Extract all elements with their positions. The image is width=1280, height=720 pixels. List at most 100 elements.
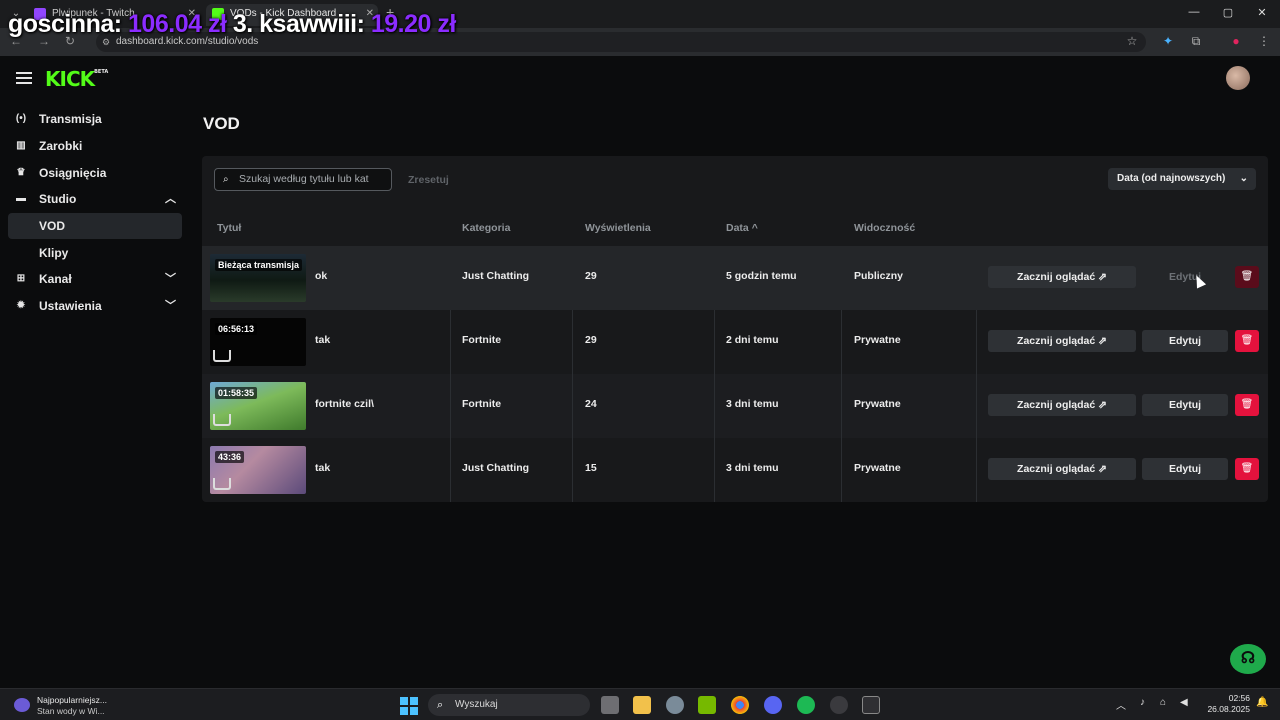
vod-views: 29 [585,270,597,282]
edit-button[interactable]: Edytuj [1142,330,1228,352]
edit-button[interactable]: Edytuj [1142,266,1228,288]
sidebar-item-osiagniecia[interactable]: ♛ Osiągnięcia [8,160,182,186]
header-date[interactable]: Data ^ [726,222,758,234]
sidebar-item-ustawienia[interactable]: ✹ Ustawienia ﹀ [8,293,182,319]
cell-divider [450,310,451,374]
vod-views: 29 [585,334,597,346]
top-bar: KICKBETA [0,56,1280,104]
sidebar-item-kanal[interactable]: ⊞ Kanał ﹀ [8,266,182,292]
sidebar-item-zarobki[interactable]: ▥ Zarobki [8,133,182,159]
watch-button[interactable]: Zacznij oglądać ⇗ [988,330,1136,352]
vod-date: 3 dni temu [726,398,779,410]
sort-asc-icon: ^ [751,222,758,234]
sidebar-item-studio[interactable]: ▬ Studio ︿ [8,186,182,212]
edit-button[interactable]: Edytuj [1142,458,1228,480]
browser-menu-icon[interactable]: ⋮ [1256,34,1272,48]
notifications-icon[interactable]: 🔔 [1256,697,1268,708]
vod-panel: ⌕ Szukaj według tytułu lub kat Zresetuj … [202,156,1268,502]
sidebar-item-label: Kanał [39,272,72,286]
delete-button[interactable]: 🗑 [1235,266,1259,288]
vod-views: 24 [585,398,597,410]
windows-taskbar: Najpopularniejsz... Stan wody w Wi... ⌕ … [0,688,1280,720]
table-row[interactable]: Bieżąca transmisja ok Just Chatting 29 5… [202,246,1268,310]
vod-title: tak [315,462,331,474]
news-widget-icon [14,698,30,712]
discord-icon[interactable] [764,696,782,714]
watch-button[interactable]: Zacznij oglądać ⇗ [988,266,1136,288]
network-icon[interactable]: ⌂ [1160,697,1166,708]
vod-thumbnail[interactable]: Bieżąca transmisja [210,254,306,302]
sidebar-item-vod[interactable]: VOD [8,213,182,239]
clock-date: 26.08.2025 [1207,704,1250,714]
trash-icon: 🗑 [1240,463,1254,474]
tray-overflow-icon[interactable]: ︿ [1116,697,1126,712]
windows-start-icon[interactable] [400,697,418,715]
extensions-puzzle-icon[interactable]: ⧉ [1188,34,1204,49]
chrome-icon[interactable] [731,696,749,714]
news-headline: Najpopularniejsz... [37,695,107,705]
trash-icon: 🗑 [1240,335,1254,346]
maximize-icon[interactable]: ▢ [1218,6,1238,19]
sort-dropdown[interactable]: Data (od najnowszych) ⌄ [1108,168,1256,190]
app-icon[interactable] [830,696,848,714]
overlay-amount-2: 19.20 zł [370,10,456,38]
cell-divider [572,374,573,438]
external-link-icon: ⇗ [1098,463,1107,475]
microphone-icon[interactable]: ♪ [1140,697,1145,708]
search-input[interactable]: ⌕ Szukaj według tytułu lub kat [214,168,392,191]
bookmark-star-icon[interactable]: ☆ [1124,34,1140,48]
epic-games-icon[interactable] [862,696,880,714]
spotify-icon[interactable] [797,696,815,714]
table-row[interactable]: 43:36 tak Just Chatting 15 3 dni temu Pr… [202,438,1268,502]
earnings-icon: ▥ [16,140,26,151]
overlay-amount-1: 106.04 zł [128,10,227,38]
user-avatar[interactable] [1226,66,1250,90]
profile-icon[interactable]: ● [1228,34,1244,48]
live-badge: Bieżąca transmisja [215,259,303,271]
vod-thumbnail[interactable]: 01:58:35 [210,382,306,430]
help-chat-button[interactable]: ☊ [1230,644,1266,674]
cell-divider [450,438,451,502]
header-views[interactable]: Wyświetlenia [585,222,651,234]
taskbar-search[interactable]: ⌕ Wyszukaj [428,694,590,716]
duration-badge: 43:36 [215,451,245,463]
sidebar-item-label: Studio [39,192,77,206]
sidebar-item-transmisja[interactable]: (•) Transmisja [8,106,182,132]
trash-icon: 🗑 [1240,271,1254,282]
watch-button[interactable]: Zacznij oglądać ⇗ [988,458,1136,480]
kick-logo[interactable]: KICKBETA [45,67,108,91]
task-view-icon[interactable] [601,696,619,714]
file-explorer-icon[interactable] [633,696,651,714]
vod-title: tak [315,334,331,346]
watch-button[interactable]: Zacznij oglądać ⇗ [988,394,1136,416]
chevron-down-icon: ⌄ [1239,173,1248,184]
header-category[interactable]: Kategoria [462,222,510,234]
table-row[interactable]: 06:56:13 tak Fortnite 29 2 dni temu Pryw… [202,310,1268,374]
gear-icon: ✹ [16,300,26,311]
delete-button[interactable]: 🗑 [1235,458,1259,480]
nvidia-icon[interactable] [698,696,716,714]
edit-button[interactable]: Edytuj [1142,394,1228,416]
channel-icon: ⊞ [16,273,26,284]
news-widget[interactable]: Najpopularniejsz... Stan wody w Wi... [14,693,134,717]
reset-button[interactable]: Zresetuj [408,174,449,186]
sidebar-item-label: Ustawienia [39,299,102,313]
table-row[interactable]: 01:58:35 fortnite czil\ Fortnite 24 3 dn… [202,374,1268,438]
settings-app-icon[interactable] [666,696,684,714]
header-visibility[interactable]: Widoczność [854,222,915,234]
delete-button[interactable]: 🗑 [1235,394,1259,416]
extension-translate-icon[interactable]: ✦ [1160,34,1176,48]
vod-thumbnail[interactable]: 43:36 [210,446,306,494]
header-title[interactable]: Tytuł [217,222,241,234]
sidebar-item-label: Zarobki [39,139,83,153]
system-clock[interactable]: 02:56 26.08.2025 [1200,693,1250,715]
volume-icon[interactable]: ◀ [1180,697,1188,708]
vod-category: Fortnite [462,334,502,346]
vod-thumbnail[interactable]: 06:56:13 [210,318,306,366]
delete-button[interactable]: 🗑 [1235,330,1259,352]
sidebar-item-klipy[interactable]: Klipy [8,240,182,266]
sort-label: Data (od najnowszych) [1117,173,1226,184]
minimize-icon[interactable]: — [1184,6,1204,18]
close-window-icon[interactable]: ✕ [1252,6,1272,19]
hamburger-menu-icon[interactable] [16,72,32,84]
